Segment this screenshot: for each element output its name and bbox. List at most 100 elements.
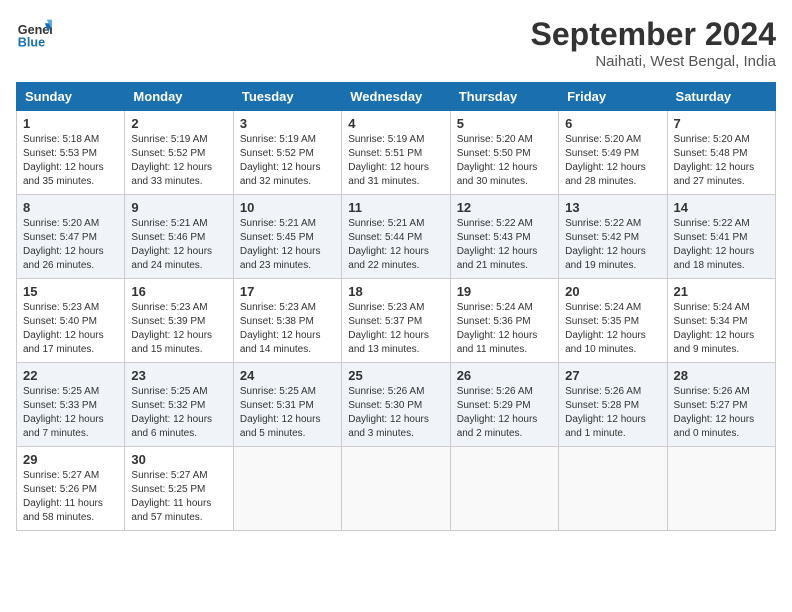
day-cell-9: 9 Sunrise: 5:21 AMSunset: 5:46 PMDaylight… <box>125 195 233 279</box>
day-info: Sunrise: 5:19 AMSunset: 5:51 PMDaylight:… <box>348 133 443 189</box>
page-header: General Blue September 2024 Naihati, Wes… <box>16 16 776 70</box>
header-sunday: Sunday <box>17 83 125 111</box>
day-cell-18: 18 Sunrise: 5:23 AMSunset: 5:37 PMDayligh… <box>342 279 450 363</box>
day-cell-24: 24Sunrise: 5:25 AMSunset: 5:31 PMDayligh… <box>233 363 341 447</box>
header-wednesday: Wednesday <box>342 83 450 111</box>
day-number: 25 <box>348 368 443 383</box>
day-info: Sunrise: 5:25 AMSunset: 5:32 PMDaylight:… <box>131 385 226 441</box>
day-cell-15: 15 Sunrise: 5:23 AMSunset: 5:40 PMDayligh… <box>17 279 125 363</box>
day-info: Sunrise: 5:26 AMSunset: 5:30 PMDaylight:… <box>348 385 443 441</box>
day-number: 10 <box>240 200 335 215</box>
day-cell-8: 8Sunrise: 5:20 AMSunset: 5:47 PMDaylight… <box>17 195 125 279</box>
day-cell-16: 16 Sunrise: 5:23 AMSunset: 5:39 PMDayligh… <box>125 279 233 363</box>
day-info: Sunrise: 5:19 AMSunset: 5:52 PMDaylight:… <box>131 133 226 189</box>
day-info: Sunrise: 5:26 AMSunset: 5:27 PMDaylight:… <box>674 385 769 441</box>
day-number: 21 <box>674 284 769 299</box>
day-info: Sunrise: 5:22 AMSunset: 5:42 PMDaylight:… <box>565 217 660 273</box>
day-number: 20 <box>565 284 660 299</box>
header-thursday: Thursday <box>450 83 558 111</box>
day-cell-25: 25 Sunrise: 5:26 AMSunset: 5:30 PMDayligh… <box>342 363 450 447</box>
day-number: 1 <box>23 116 118 131</box>
day-info: Sunrise: 5:20 AMSunset: 5:48 PMDaylight:… <box>674 133 769 189</box>
logo: General Blue <box>16 16 52 52</box>
empty-cell <box>233 447 341 531</box>
day-info: Sunrise: 5:23 AMSunset: 5:39 PMDaylight:… <box>131 301 226 357</box>
calendar-row-5: 29 Sunrise: 5:27 AMSunset: 5:26 PMDayligh… <box>17 447 776 531</box>
header-monday: Monday <box>125 83 233 111</box>
day-cell-13: 13 Sunrise: 5:22 AMSunset: 5:42 PMDayligh… <box>559 195 667 279</box>
day-number: 24 <box>240 368 335 383</box>
day-number: 19 <box>457 284 552 299</box>
day-number: 13 <box>565 200 660 215</box>
day-info: Sunrise: 5:24 AMSunset: 5:35 PMDaylight:… <box>565 301 660 357</box>
day-info: Sunrise: 5:20 AMSunset: 5:49 PMDaylight:… <box>565 133 660 189</box>
day-cell-30: 30 Sunrise: 5:27 AMSunset: 5:25 PMDayligh… <box>125 447 233 531</box>
day-cell-20: 20 Sunrise: 5:24 AMSunset: 5:35 PMDayligh… <box>559 279 667 363</box>
day-cell-4: 4 Sunrise: 5:19 AMSunset: 5:51 PMDaylight… <box>342 111 450 195</box>
day-info: Sunrise: 5:20 AMSunset: 5:50 PMDaylight:… <box>457 133 552 189</box>
title-area: September 2024 Naihati, West Bengal, Ind… <box>531 16 776 70</box>
empty-cell <box>450 447 558 531</box>
day-info: Sunrise: 5:21 AMSunset: 5:46 PMDaylight:… <box>131 217 226 273</box>
day-cell-26: 26 Sunrise: 5:26 AMSunset: 5:29 PMDayligh… <box>450 363 558 447</box>
day-number: 3 <box>240 116 335 131</box>
day-number: 29 <box>23 452 118 467</box>
day-number: 15 <box>23 284 118 299</box>
day-info: Sunrise: 5:21 AMSunset: 5:44 PMDaylight:… <box>348 217 443 273</box>
day-info: Sunrise: 5:23 AMSunset: 5:40 PMDaylight:… <box>23 301 118 357</box>
day-info: Sunrise: 5:27 AMSunset: 5:26 PMDaylight:… <box>23 469 118 525</box>
day-cell-19: 19 Sunrise: 5:24 AMSunset: 5:36 PMDayligh… <box>450 279 558 363</box>
day-cell-5: 5 Sunrise: 5:20 AMSunset: 5:50 PMDaylight… <box>450 111 558 195</box>
empty-cell <box>667 447 775 531</box>
location: Naihati, West Bengal, India <box>531 53 776 70</box>
day-info: Sunrise: 5:25 AMSunset: 5:33 PMDaylight:… <box>23 385 118 441</box>
header-friday: Friday <box>559 83 667 111</box>
header-saturday: Saturday <box>667 83 775 111</box>
day-cell-2: 2 Sunrise: 5:19 AMSunset: 5:52 PMDaylight… <box>125 111 233 195</box>
day-cell-11: 11 Sunrise: 5:21 AMSunset: 5:44 PMDayligh… <box>342 195 450 279</box>
day-number: 7 <box>674 116 769 131</box>
logo-icon: General Blue <box>16 16 52 52</box>
day-number: 26 <box>457 368 552 383</box>
day-cell-27: 27Sunrise: 5:26 AMSunset: 5:28 PMDayligh… <box>559 363 667 447</box>
calendar-row-2: 8Sunrise: 5:20 AMSunset: 5:47 PMDaylight… <box>17 195 776 279</box>
day-number: 9 <box>131 200 226 215</box>
day-number: 18 <box>348 284 443 299</box>
day-cell-7: 7 Sunrise: 5:20 AMSunset: 5:48 PMDaylight… <box>667 111 775 195</box>
day-number: 12 <box>457 200 552 215</box>
day-info: Sunrise: 5:24 AMSunset: 5:34 PMDaylight:… <box>674 301 769 357</box>
day-number: 30 <box>131 452 226 467</box>
svg-text:Blue: Blue <box>18 36 45 50</box>
day-number: 16 <box>131 284 226 299</box>
day-info: Sunrise: 5:27 AMSunset: 5:25 PMDaylight:… <box>131 469 226 525</box>
day-info: Sunrise: 5:22 AMSunset: 5:41 PMDaylight:… <box>674 217 769 273</box>
calendar-header-row: Sunday Monday Tuesday Wednesday Thursday… <box>17 83 776 111</box>
day-cell-22: 22 Sunrise: 5:25 AMSunset: 5:33 PMDayligh… <box>17 363 125 447</box>
day-number: 5 <box>457 116 552 131</box>
day-info: Sunrise: 5:24 AMSunset: 5:36 PMDaylight:… <box>457 301 552 357</box>
day-cell-6: 6 Sunrise: 5:20 AMSunset: 5:49 PMDaylight… <box>559 111 667 195</box>
day-cell-12: 12 Sunrise: 5:22 AMSunset: 5:43 PMDayligh… <box>450 195 558 279</box>
day-number: 28 <box>674 368 769 383</box>
day-cell-10: 10Sunrise: 5:21 AMSunset: 5:45 PMDayligh… <box>233 195 341 279</box>
empty-cell <box>559 447 667 531</box>
day-cell-14: 14 Sunrise: 5:22 AMSunset: 5:41 PMDayligh… <box>667 195 775 279</box>
day-number: 4 <box>348 116 443 131</box>
calendar-row-4: 22 Sunrise: 5:25 AMSunset: 5:33 PMDayligh… <box>17 363 776 447</box>
day-number: 6 <box>565 116 660 131</box>
day-number: 8 <box>23 200 118 215</box>
day-info: Sunrise: 5:23 AMSunset: 5:37 PMDaylight:… <box>348 301 443 357</box>
month-title: September 2024 <box>531 16 776 53</box>
day-number: 11 <box>348 200 443 215</box>
day-info: Sunrise: 5:18 AMSunset: 5:53 PMDaylight:… <box>23 133 118 189</box>
day-cell-3: 3Sunrise: 5:19 AMSunset: 5:52 PMDaylight… <box>233 111 341 195</box>
day-cell-1: 1 Sunrise: 5:18 AMSunset: 5:53 PMDaylight… <box>17 111 125 195</box>
day-info: Sunrise: 5:23 AMSunset: 5:38 PMDaylight:… <box>240 301 335 357</box>
day-number: 2 <box>131 116 226 131</box>
day-info: Sunrise: 5:22 AMSunset: 5:43 PMDaylight:… <box>457 217 552 273</box>
day-number: 22 <box>23 368 118 383</box>
day-number: 14 <box>674 200 769 215</box>
day-info: Sunrise: 5:26 AMSunset: 5:29 PMDaylight:… <box>457 385 552 441</box>
day-cell-29: 29 Sunrise: 5:27 AMSunset: 5:26 PMDayligh… <box>17 447 125 531</box>
day-number: 23 <box>131 368 226 383</box>
